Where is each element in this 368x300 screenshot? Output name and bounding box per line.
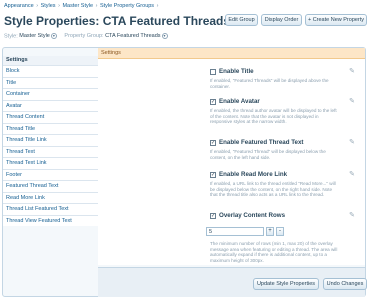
sidebar-item-thread-text[interactable]: Thread Text: [3, 145, 98, 157]
breadcrumb-separator: ›: [58, 3, 60, 9]
option-enable-featured-thread-text: ✓ Enable Featured Thread Text If enabled…: [210, 139, 360, 165]
decrement-button[interactable]: -: [276, 227, 284, 236]
breadcrumb-item-appearance[interactable]: Appearance: [4, 3, 34, 9]
option-overlay-content-rows: ✓ Overlay Content Rows: [210, 212, 360, 224]
checkmark-icon: ✓: [211, 99, 216, 105]
breadcrumb-separator: ›: [36, 3, 39, 9]
property-group-selector[interactable]: CTA Featured Threads ▾: [105, 33, 168, 40]
overlay-content-rows-checkbox[interactable]: ✓: [210, 213, 216, 219]
sidebar-heading[interactable]: Settings: [3, 56, 98, 65]
enable-read-more-link-checkbox[interactable]: ✓: [210, 172, 216, 178]
pencil-icon[interactable]: ✎: [348, 98, 356, 106]
breadcrumb-item-master-style[interactable]: Master Style: [62, 3, 93, 9]
edit-group-button[interactable]: Edit Group: [225, 14, 258, 26]
option-enable-avatar: ✓ Enable Avatar If enabled, the thread a…: [210, 98, 360, 132]
chevron-down-icon: ▾: [161, 33, 168, 39]
option-label: Enable Featured Thread Text: [219, 139, 304, 146]
sidebar-item-featured-thread-text[interactable]: Featured Thread Text: [3, 180, 98, 192]
display-order-button[interactable]: Display Order: [261, 14, 302, 26]
filter-row: Style: Master Style ▾ Property Group: CTA…: [4, 33, 168, 42]
enable-featured-thread-text-checkbox[interactable]: ✓: [210, 140, 216, 146]
breadcrumb-separator: ›: [95, 3, 98, 9]
panel-header: Settings: [98, 48, 365, 59]
settings-content: Enable Title If enabled, "Featured Threa…: [98, 59, 365, 265]
checkmark-icon: ✓: [211, 213, 216, 219]
create-new-property-button[interactable]: + Create New Property: [305, 14, 367, 26]
breadcrumb-separator: ›: [156, 3, 159, 9]
title-row: Style Properties: CTA Featured Threads E…: [4, 13, 368, 29]
sidebar-item-read-more-link[interactable]: Read More Link: [3, 191, 98, 203]
property-group-label: Property Group:: [64, 33, 104, 40]
sidebar-item-block[interactable]: Block: [3, 65, 98, 77]
enable-title-checkbox[interactable]: [210, 69, 216, 75]
option-label: Enable Title: [219, 68, 254, 75]
update-style-properties-button[interactable]: Update Style Properties: [253, 278, 319, 290]
style-value: Master Style: [19, 33, 50, 40]
overlay-rows-input[interactable]: [206, 227, 264, 236]
option-enable-title: Enable Title If enabled, "Featured Threa…: [210, 68, 360, 89]
sidebar-item-thread-title-link[interactable]: Thread Title Link: [3, 134, 98, 146]
option-label: Enable Read More Link: [219, 171, 288, 178]
option-label: Overlay Content Rows: [219, 212, 286, 219]
checkmark-icon: ✓: [211, 172, 216, 178]
page-title: Style Properties: CTA Featured Threads: [4, 14, 231, 28]
style-label: Style:: [4, 33, 18, 40]
option-description: If enabled, the thread author avatar wil…: [210, 108, 337, 125]
option-description: If enabled, a URL link to the thread ent…: [210, 181, 336, 198]
breadcrumb-item-style-property-groups[interactable]: Style Property Groups: [100, 3, 154, 9]
sidebar-item-title[interactable]: Title: [3, 76, 98, 88]
overlay-rows-description: The minimum number of rows (min 1, max 2…: [210, 241, 338, 263]
pencil-icon[interactable]: ✎: [348, 171, 356, 179]
option-description: If enabled, "Featured Threads" will be d…: [210, 78, 329, 89]
sidebar-item-container[interactable]: Container: [3, 88, 98, 100]
sidebar: Settings Block Title Container Avatar Th…: [3, 56, 98, 226]
property-group-value: CTA Featured Threads: [105, 33, 161, 40]
pencil-icon[interactable]: ✎: [348, 139, 356, 147]
option-label: Enable Avatar: [219, 98, 260, 105]
sidebar-item-thread-text-link[interactable]: Thread Text Link: [3, 157, 98, 169]
style-selector[interactable]: Master Style ▾: [19, 33, 57, 39]
option-description: If enabled, "Featured Thread" will be di…: [210, 149, 326, 160]
enable-avatar-checkbox[interactable]: ✓: [210, 99, 216, 105]
checkmark-icon: ✓: [211, 140, 216, 146]
breadcrumb: Appearance › Styles › Master Style › Sty…: [4, 3, 159, 11]
increment-button[interactable]: +: [266, 227, 274, 236]
sidebar-item-thread-list-featured-text[interactable]: Thread List Featured Text: [3, 203, 98, 215]
sidebar-item-thread-title[interactable]: Thread Title: [3, 122, 98, 134]
breadcrumb-item-styles[interactable]: Styles: [41, 3, 56, 9]
undo-changes-button[interactable]: Undo Changes: [323, 278, 367, 290]
pencil-icon[interactable]: ✎: [348, 68, 356, 76]
sidebar-item-thread-content[interactable]: Thread Content: [3, 111, 98, 123]
settings-panel: Settings Settings Block Title Container …: [2, 47, 367, 297]
sidebar-item-footer[interactable]: Footer: [3, 168, 98, 180]
chevron-down-icon: ▾: [50, 33, 57, 39]
sidebar-item-thread-view-featured-text[interactable]: Thread View Featured Text: [3, 214, 98, 226]
option-enable-read-more-link: ✓ Enable Read More Link If enabled, a UR…: [210, 171, 360, 207]
pencil-icon[interactable]: ✎: [348, 212, 356, 220]
sidebar-item-avatar[interactable]: Avatar: [3, 99, 98, 111]
form-footer: Update Style Properties Undo Changes: [98, 267, 367, 297]
